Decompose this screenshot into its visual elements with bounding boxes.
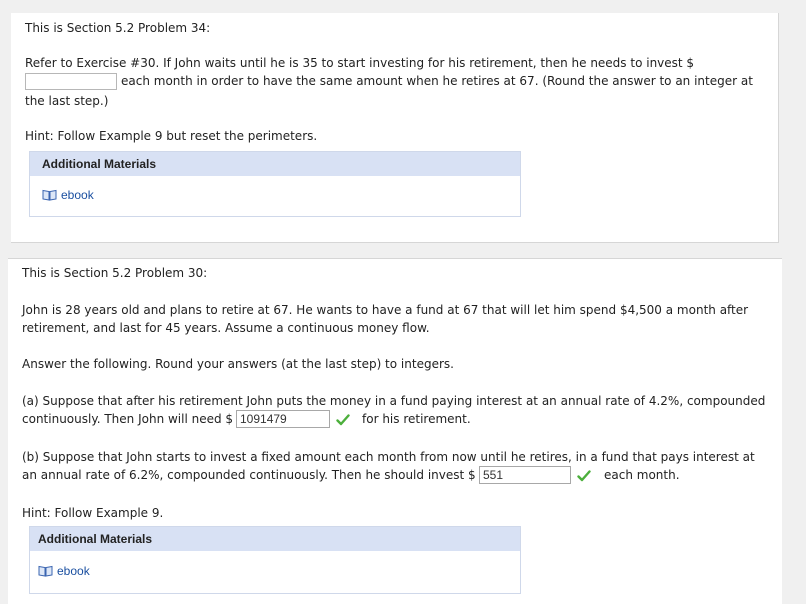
checkmark-icon — [336, 414, 350, 426]
section-heading: This is Section 5.2 Problem 30: — [22, 266, 208, 280]
part-b-text-prefix: an annual rate of 6.2%, compounded conti… — [22, 468, 476, 482]
book-icon — [42, 189, 57, 201]
part-a-text-line-1: (a) Suppose that after his retirement Jo… — [22, 394, 766, 408]
part-b-text-line-1: (b) Suppose that John starts to invest a… — [22, 450, 755, 464]
question-text-line-3: the last step.) — [25, 94, 109, 108]
ebook-link-label: ebook — [61, 188, 94, 202]
problem-30-panel: This is Section 5.2 Problem 30: John is … — [8, 258, 782, 604]
additional-materials-box: Additional Materials ebook — [29, 151, 521, 217]
part-a-answer-input[interactable]: 1091479 — [236, 410, 330, 428]
book-icon — [38, 565, 53, 577]
part-a-text-prefix: continuously. Then John will need $ — [22, 412, 234, 426]
part-a-text-suffix: for his retirement. — [362, 412, 471, 426]
ebook-link[interactable]: ebook — [42, 188, 94, 202]
part-b-answer-input[interactable]: 551 — [479, 466, 571, 484]
additional-materials-header: Additional Materials — [30, 152, 520, 176]
checkmark-icon — [577, 470, 591, 482]
instructions-text: Answer the following. Round your answers… — [22, 357, 454, 371]
intro-text-line-1: John is 28 years old and plans to retire… — [22, 303, 749, 317]
section-heading: This is Section 5.2 Problem 34: — [25, 21, 211, 35]
ebook-link[interactable]: ebook — [38, 564, 90, 578]
intro-text-line-2: retirement, and last for 45 years. Assum… — [22, 321, 430, 335]
additional-materials-box: Additional Materials ebook — [29, 526, 521, 594]
additional-materials-header: Additional Materials — [30, 527, 520, 551]
problem-34-panel: This is Section 5.2 Problem 34: Refer to… — [11, 13, 779, 243]
hint-text: Hint: Follow Example 9 but reset the per… — [25, 129, 318, 143]
hint-text: Hint: Follow Example 9. — [22, 506, 164, 520]
question-text-line-1: Refer to Exercise #30. If John waits unt… — [25, 56, 695, 70]
question-text-line-2: each month in order to have the same amo… — [121, 74, 753, 88]
ebook-link-label: ebook — [57, 564, 90, 578]
part-b-text-suffix: each month. — [604, 468, 680, 482]
answer-input[interactable] — [25, 73, 117, 90]
